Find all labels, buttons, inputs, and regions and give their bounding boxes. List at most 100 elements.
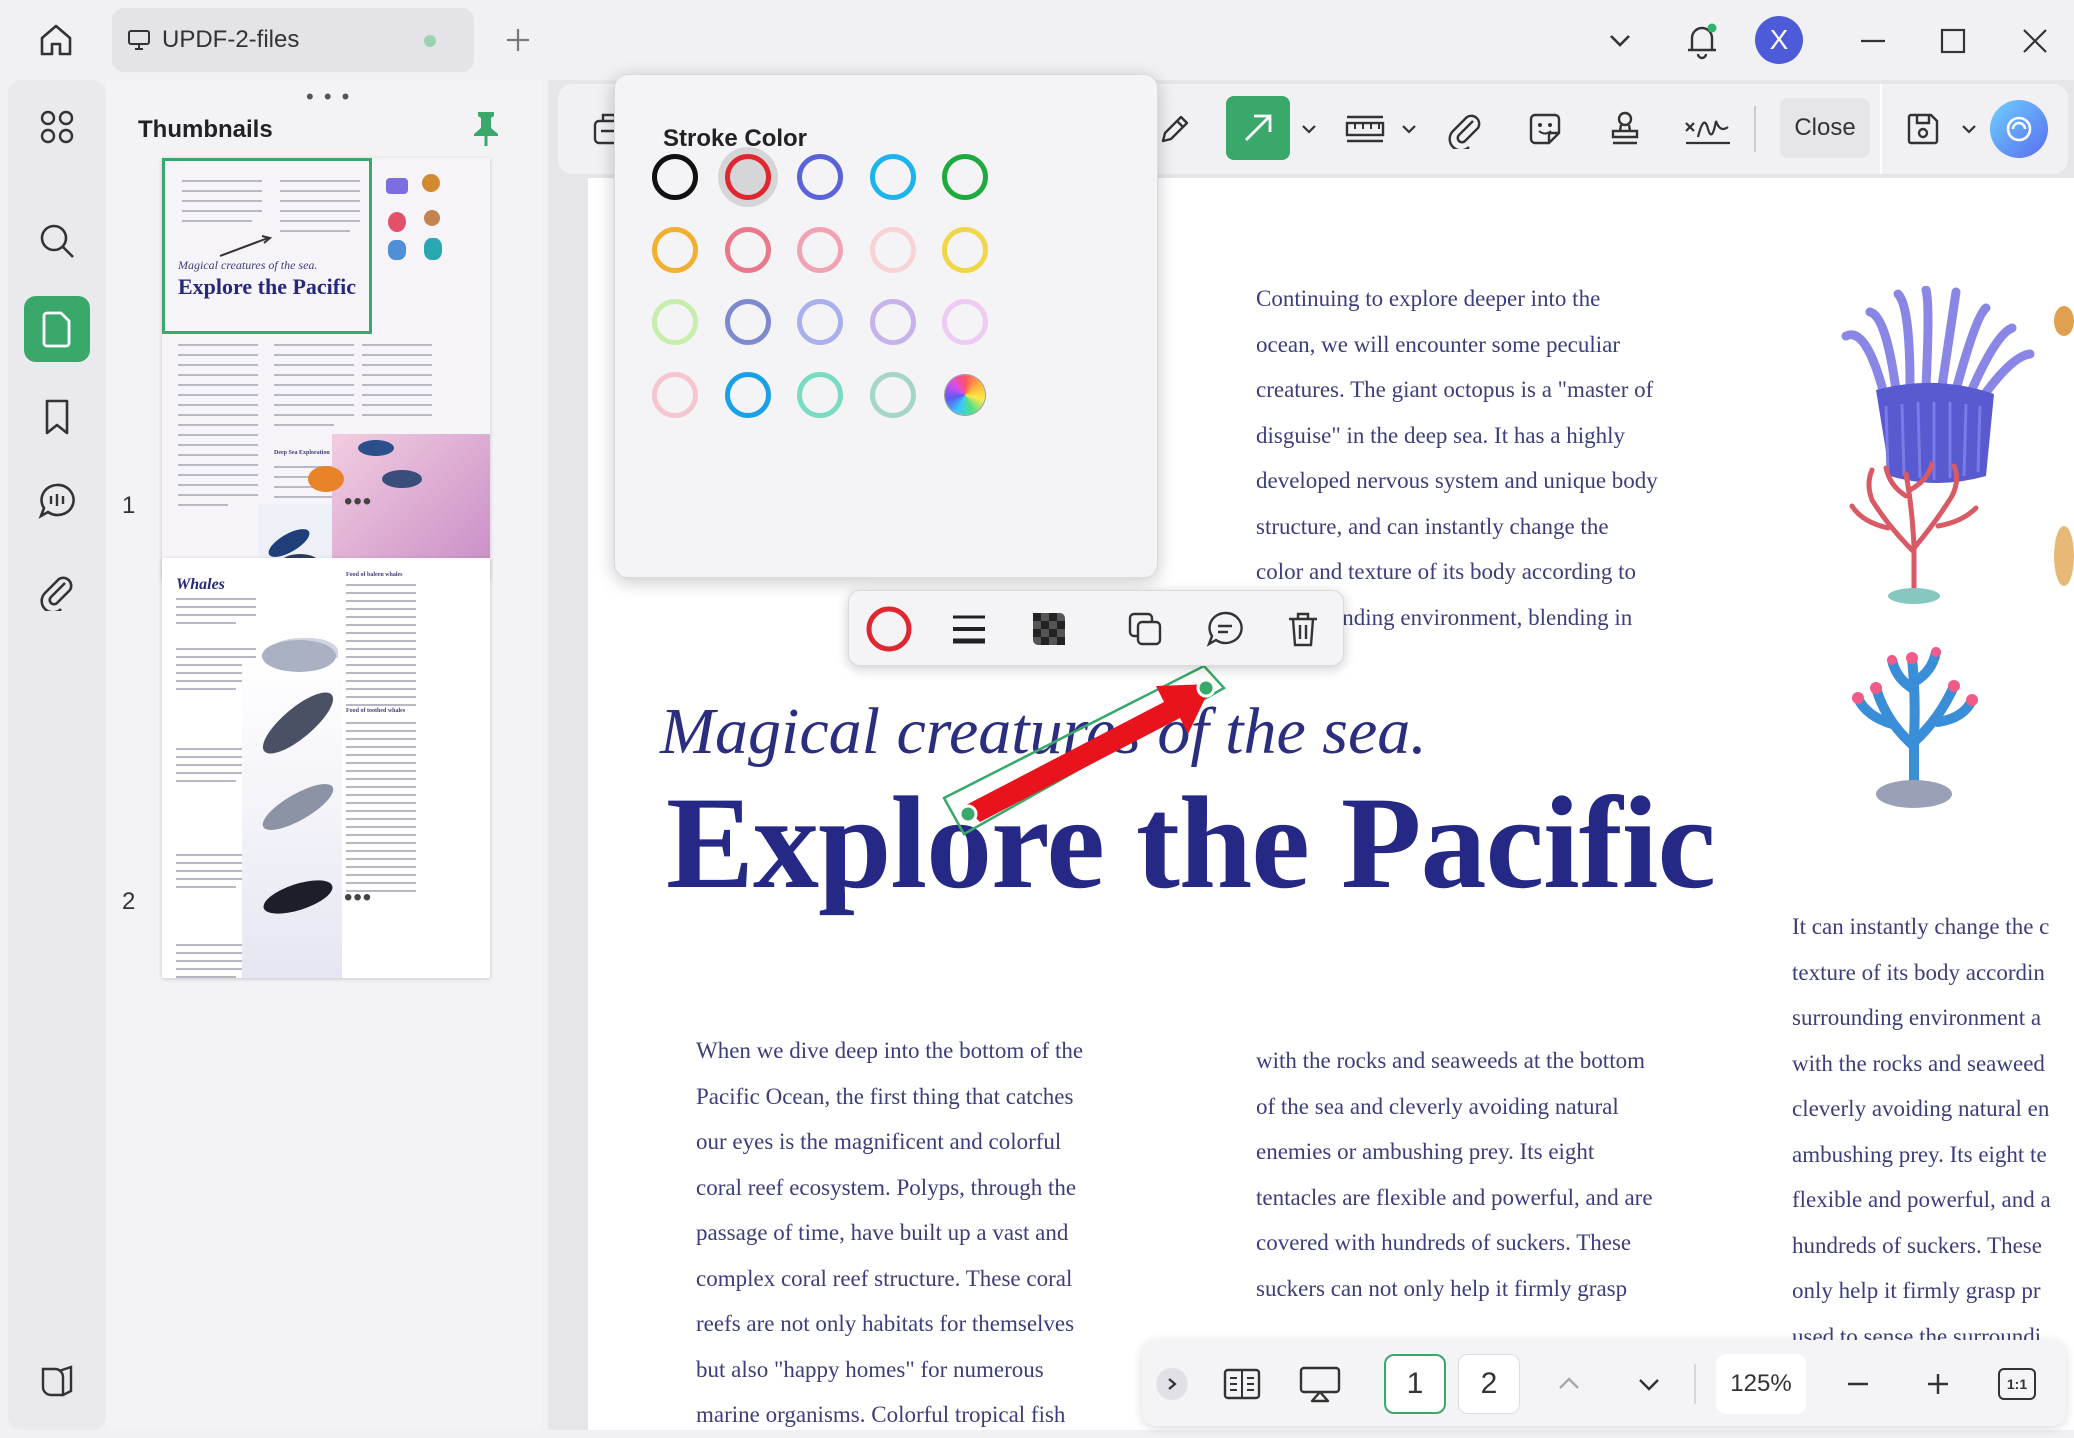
color-swatch[interactable] — [645, 292, 705, 352]
page-layout-icon[interactable] — [1216, 1360, 1268, 1408]
thumbnails-page-icon[interactable] — [24, 296, 90, 362]
pin-icon[interactable] — [468, 108, 504, 148]
column-far-right: It can instantly change the c texture of… — [1792, 904, 2074, 1359]
thumbnail-more-options-1[interactable]: ••• — [344, 488, 372, 516]
panel-drag-handle[interactable]: • • • — [306, 84, 351, 110]
text-line: ocean, we will encounter some peculiar — [1256, 331, 1621, 357]
text-line: creatures. The giant octopus is a "maste… — [1256, 377, 1654, 402]
measure-chevron-down-icon[interactable] — [1396, 114, 1422, 144]
avatar[interactable]: X — [1755, 16, 1803, 64]
color-swatch[interactable] — [863, 365, 923, 425]
bookmark-icon[interactable] — [24, 384, 90, 450]
attachment-paperclip-icon[interactable] — [24, 558, 90, 624]
color-swatch[interactable] — [935, 292, 995, 352]
ai-assistant-icon[interactable] — [1990, 100, 2048, 158]
text-line: hundreds of suckers. These — [1792, 1232, 2042, 1258]
text-line: passage of time, have built up a vast an… — [696, 1220, 1069, 1245]
signature-icon[interactable] — [1678, 102, 1738, 156]
thumb2-section-b: Food of toothed whales — [346, 708, 406, 714]
swatch-ring — [724, 226, 771, 273]
color-swatch[interactable] — [718, 292, 778, 352]
coral-edge-image — [2054, 306, 2074, 336]
color-swatch[interactable] — [790, 147, 850, 207]
search-icon[interactable] — [24, 208, 90, 274]
text-line: tentacles are flexible and powerful, and… — [1256, 1184, 1653, 1210]
text-line: complex coral reef structure. These cora… — [696, 1265, 1073, 1291]
color-swatch[interactable] — [645, 220, 705, 280]
arrow-tool-chevron-down-icon[interactable] — [1296, 114, 1322, 144]
sticker-smile-icon[interactable] — [1518, 102, 1572, 156]
color-swatch[interactable] — [935, 147, 995, 207]
color-swatch[interactable] — [863, 147, 923, 207]
color-swatch[interactable] — [717, 147, 778, 207]
previous-page-chevron-up-icon[interactable] — [1548, 1364, 1590, 1404]
comment-bubble-icon[interactable] — [24, 468, 90, 534]
measure-ruler-icon[interactable] — [1338, 102, 1392, 156]
thumbnail-more-options-2[interactable]: ••• — [344, 884, 372, 912]
sidebar-toggle-icon[interactable] — [24, 1348, 90, 1414]
thumb1-fish-image-2 — [382, 470, 422, 488]
text-line: our eyes is the magnificent and colorful — [696, 1129, 1062, 1154]
home-icon[interactable] — [30, 16, 82, 64]
nav-divider — [1694, 1364, 1696, 1404]
color-swatch[interactable] — [935, 220, 995, 280]
arrow-tool-button[interactable] — [1226, 96, 1290, 160]
organize-grid-icon[interactable] — [24, 94, 90, 160]
text-line: coral reef ecosystem. Polyps, through th… — [696, 1174, 1077, 1200]
opacity-checker-icon[interactable] — [1019, 599, 1079, 659]
stamp-icon[interactable] — [1598, 102, 1652, 156]
chevron-down-icon[interactable] — [1598, 18, 1642, 62]
text-line: color and texture of its body according … — [1256, 559, 1637, 584]
duplicate-copy-icon[interactable] — [1115, 599, 1175, 659]
color-swatch[interactable] — [863, 292, 923, 352]
minimize-icon[interactable] — [1850, 18, 1896, 64]
expand-chevron-right-icon[interactable] — [1156, 1368, 1188, 1400]
maximize-icon[interactable] — [1930, 18, 1976, 64]
stroke-color-button[interactable] — [859, 599, 919, 659]
color-swatch[interactable] — [790, 292, 850, 352]
actual-size-button[interactable]: 1:1 — [1992, 1362, 2042, 1406]
next-page-chevron-down-icon[interactable] — [1628, 1364, 1670, 1404]
swatch-ring — [869, 226, 916, 273]
thumbnail-page-2[interactable]: Whales Food of baleen whales Food of too… — [162, 558, 490, 978]
color-swatch[interactable] — [790, 365, 850, 425]
delete-trash-icon[interactable] — [1273, 599, 1333, 659]
column-right-top: Continuing to explore deeper into the oc… — [1256, 276, 1696, 640]
swatch-ring — [797, 226, 843, 273]
color-swatch[interactable] — [718, 365, 778, 425]
custom-color-picker-swatch[interactable] — [935, 365, 995, 425]
color-swatch[interactable] — [645, 365, 705, 425]
color-swatch[interactable] — [718, 220, 778, 280]
line-weight-icon[interactable] — [939, 599, 999, 659]
swatch-ring — [869, 371, 916, 418]
text-line: enemies or ambushing prey. Its eight — [1256, 1139, 1595, 1164]
zoom-level[interactable]: 125% — [1716, 1354, 1806, 1414]
arrow-icon — [1245, 114, 1272, 141]
text-line: suckers can not only help it firmly gras… — [1256, 1275, 1628, 1301]
title-bar: UPDF-2-files X — [0, 0, 2074, 80]
color-swatch[interactable] — [645, 147, 705, 207]
notification-bell-icon[interactable] — [1676, 14, 1728, 66]
page-1-button[interactable]: 1 — [1384, 1354, 1446, 1414]
swatch-ring — [945, 374, 985, 415]
save-icon[interactable] — [1896, 102, 1950, 156]
document-tab[interactable]: UPDF-2-files — [112, 8, 474, 72]
swatch-ring — [797, 154, 843, 200]
thumbnail-page-1[interactable]: Magical creatures of the sea. Explore th… — [162, 158, 490, 580]
close-toolbar-button[interactable]: Close — [1780, 98, 1870, 158]
text-line: When we dive deep into the bottom of the — [696, 1038, 1084, 1063]
arrow-annotation-selected[interactable] — [934, 658, 1254, 858]
page-2-button[interactable]: 2 — [1458, 1354, 1520, 1414]
new-tab-plus-icon[interactable] — [496, 18, 540, 62]
zoom-in-plus-icon[interactable] — [1916, 1364, 1960, 1404]
save-chevron-down-icon[interactable] — [1956, 114, 1982, 144]
close-window-icon[interactable] — [2012, 18, 2058, 64]
coral-edge-image-2 — [2054, 526, 2074, 586]
color-swatch[interactable] — [863, 220, 923, 280]
color-swatch[interactable] — [790, 220, 850, 280]
thumb2-whale-shape-1 — [262, 640, 336, 672]
add-comment-icon[interactable] — [1195, 599, 1255, 659]
zoom-out-minus-icon[interactable] — [1836, 1364, 1880, 1404]
presentation-mode-icon[interactable] — [1292, 1360, 1348, 1408]
attachment-paperclip-icon[interactable] — [1438, 102, 1492, 156]
